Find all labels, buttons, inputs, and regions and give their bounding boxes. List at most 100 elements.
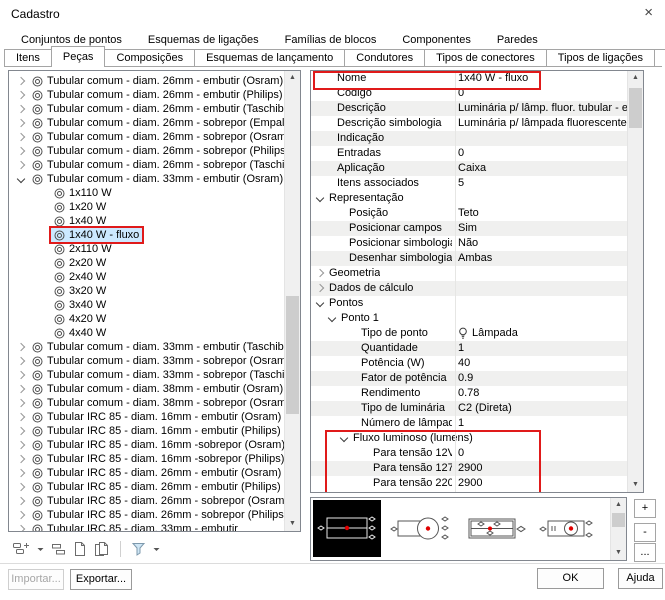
property-row[interactable]: Código0 [311, 86, 628, 101]
property-row[interactable]: Tipo de lumináriaC2 (Direta) [311, 401, 628, 416]
tree-item-content[interactable]: Tubular comum - diam. 26mm - sobrepor (E… [29, 116, 301, 130]
property-value[interactable]: 0.78 [458, 386, 627, 401]
tree-item[interactable]: Tubular IRC 85 - diam. 16mm - embutir (O… [9, 410, 300, 424]
scrollbar-thumb[interactable] [612, 513, 625, 527]
tab-pe-as[interactable]: Peças [51, 46, 106, 67]
expander[interactable] [13, 120, 29, 126]
expander[interactable] [13, 386, 29, 392]
tree-item-content[interactable]: Tubular comum - diam. 26mm - sobrepor (O… [29, 130, 293, 144]
property-group-row[interactable]: Pontos [311, 296, 628, 311]
scrollbar-up-icon[interactable]: ▲ [611, 498, 626, 512]
property-value[interactable]: 0 [458, 446, 627, 461]
property-row[interactable]: Número de lâmpadas1 [311, 416, 628, 431]
tab-itens[interactable]: Itens [4, 49, 52, 67]
tree-item[interactable]: Tubular IRC 85 - diam. 26mm - sobrepor (… [9, 508, 300, 522]
tree-item-content[interactable]: Tubular IRC 85 - diam. 16mm -sobrepor (O… [29, 438, 288, 452]
property-value[interactable]: C2 (Direta) [458, 401, 627, 416]
chevron-down-icon[interactable] [17, 175, 25, 183]
scrollbar-up-icon[interactable]: ▲ [285, 71, 300, 85]
property-row[interactable]: Para tensão 127V2900 [311, 461, 628, 476]
tree-item[interactable]: Tubular IRC 85 - diam. 26mm - embutir (P… [9, 480, 300, 494]
ajuda-button[interactable]: Ajuda [618, 568, 663, 589]
filter-icon[interactable] [131, 541, 146, 557]
tree-item-content[interactable]: Tubular comum - diam. 38mm - embutir (Os… [29, 382, 286, 396]
expander[interactable] [13, 484, 29, 490]
tree-item[interactable]: Tubular comum - diam. 38mm - embutir (Os… [9, 382, 300, 396]
chevron-right-icon[interactable] [17, 497, 25, 505]
tree-item-content[interactable]: 3x40 W [51, 298, 109, 312]
property-value[interactable]: Lâmpada [458, 326, 627, 341]
tree-item[interactable]: 2x40 W [9, 270, 300, 284]
tree-item[interactable]: Tubular comum - diam. 26mm - sobrepor (P… [9, 144, 300, 158]
luminaire-symbol-1[interactable] [313, 500, 381, 557]
luminaire-symbol-3[interactable] [461, 500, 529, 557]
tree-item-content[interactable]: 1x110 W [51, 186, 115, 200]
ok-button[interactable]: OK [537, 568, 604, 589]
remove-symbol-button[interactable]: - [634, 523, 656, 542]
property-value[interactable]: 0 [458, 86, 627, 101]
chevron-right-icon[interactable] [17, 133, 25, 141]
tree-item-content[interactable]: 1x40 W - fluxo [51, 228, 142, 242]
expander[interactable] [13, 106, 29, 112]
preview-scrollbar[interactable]: ▲▼ [610, 498, 626, 560]
group-chevron-right-icon[interactable] [316, 269, 324, 277]
property-row[interactable]: AplicaçãoCaixa [311, 161, 628, 176]
property-value[interactable]: 1x40 W - fluxo [458, 71, 627, 86]
tree-item[interactable]: Tubular comum - diam. 26mm - sobrepor (E… [9, 116, 300, 130]
tree-item[interactable]: Tubular IRC 85 - diam. 16mm - embutir (P… [9, 424, 300, 438]
expander[interactable] [13, 498, 29, 504]
tree-item[interactable]: 2x20 W [9, 256, 300, 270]
expander[interactable] [13, 428, 29, 434]
tree-item[interactable]: 3x40 W [9, 298, 300, 312]
chevron-right-icon[interactable] [17, 441, 25, 449]
expander[interactable] [13, 148, 29, 154]
tree-item-content[interactable]: 1x20 W [51, 200, 109, 214]
tree-item[interactable]: 1x40 W - fluxo [9, 228, 300, 242]
tree-item[interactable]: Tubular comum - diam. 38mm - sobrepor (O… [9, 396, 300, 410]
tree-item[interactable]: Tubular comum - diam. 26mm - sobrepor (T… [9, 158, 300, 172]
tree-item[interactable]: Tubular comum - diam. 26mm - sobrepor (O… [9, 130, 300, 144]
tree-item[interactable]: Tubular IRC 85 - diam. 26mm - embutir (O… [9, 466, 300, 480]
expander[interactable] [13, 372, 29, 378]
property-row[interactable]: Tipo de pontoLâmpada [311, 326, 628, 341]
property-row[interactable]: Para tensão 220V2900 [311, 476, 628, 491]
expander[interactable] [13, 176, 29, 182]
scrollbar-down-icon[interactable]: ▼ [285, 517, 300, 531]
property-row[interactable]: Entradas0 [311, 146, 628, 161]
tree-item[interactable]: 4x40 W [9, 326, 300, 340]
property-value[interactable]: Não [458, 236, 627, 251]
chevron-right-icon[interactable] [17, 455, 25, 463]
tree-item[interactable]: Tubular comum - diam. 33mm - embutir (Os… [9, 172, 300, 186]
tab-tipos-de-conectores[interactable]: Tipos de conectores [424, 49, 547, 67]
property-row[interactable]: Para tensão 12V0 [311, 446, 628, 461]
tree-item[interactable]: Tubular comum - diam. 26mm - embutir (Ph… [9, 88, 300, 102]
add-symbol-button[interactable]: + [634, 499, 656, 518]
tree-item-content[interactable]: Tubular comum - diam. 26mm - sobrepor (T… [29, 158, 301, 172]
expander[interactable] [13, 526, 29, 532]
tree-item-content[interactable]: 3x20 W [51, 284, 109, 298]
tree-item[interactable]: 1x110 W [9, 186, 300, 200]
property-row[interactable]: Rendimento0.78 [311, 386, 628, 401]
expander[interactable] [13, 134, 29, 140]
tree-item[interactable]: Tubular comum - diam. 33mm - sobrepor (T… [9, 368, 300, 382]
tab-tipos-de-pontos[interactable]: Tipos de pontos [654, 49, 665, 67]
scrollbar-down-icon[interactable]: ▼ [628, 478, 643, 492]
tree-item-content[interactable]: 4x40 W [51, 326, 109, 340]
expander[interactable] [13, 512, 29, 518]
tree-item-content[interactable]: Tubular comum - diam. 26mm - embutir (Ph… [29, 88, 286, 102]
tree-item[interactable]: Tubular comum - diam. 33mm - sobrepor (O… [9, 354, 300, 368]
tree-item-content[interactable]: Tubular IRC 85 - diam. 26mm - sobrepor (… [29, 494, 291, 508]
chevron-right-icon[interactable] [17, 77, 25, 85]
tree-item[interactable]: 2x110 W [9, 242, 300, 256]
property-value[interactable]: 0.9 [458, 371, 627, 386]
property-row[interactable]: Nome1x40 W - fluxo [311, 71, 628, 86]
expander[interactable] [13, 442, 29, 448]
expander[interactable] [13, 92, 29, 98]
tree-item-content[interactable]: Tubular comum - diam. 33mm - sobrepor (O… [29, 354, 293, 368]
grid-scrollbar[interactable]: ▲▼ [627, 71, 643, 492]
tree-item[interactable]: 1x40 W [9, 214, 300, 228]
tree-item-content[interactable]: Tubular comum - diam. 26mm - embutir (Os… [29, 74, 286, 88]
property-row[interactable]: DescriçãoLuminária p/ lâmp. fluor. tubul… [311, 101, 628, 116]
property-row[interactable]: Indicação [311, 131, 628, 146]
tree-item[interactable]: 1x20 W [9, 200, 300, 214]
